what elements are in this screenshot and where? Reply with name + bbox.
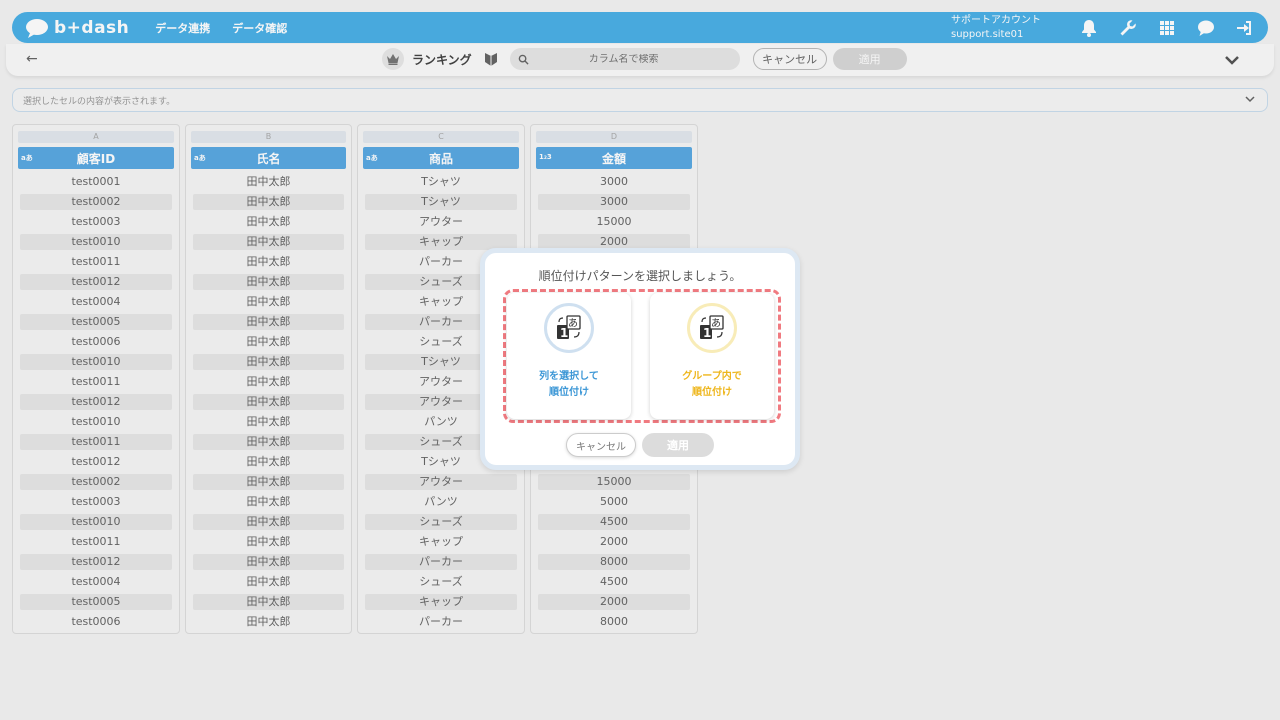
option2-label: グループ内で 順位付け: [650, 369, 774, 401]
svg-text:あ: あ: [711, 318, 721, 330]
option-rank-by-column[interactable]: 1 あ 列を選択して 順位付け: [507, 293, 631, 419]
modal-title: 順位付けパターンを選択しましょう。: [538, 269, 742, 283]
rank-sort-icon: 1 あ: [544, 303, 594, 353]
modal-cancel-button[interactable]: キャンセル: [566, 433, 636, 457]
group-rank-sort-icon: 1 あ: [687, 303, 737, 353]
option-rank-in-group[interactable]: 1 あ グループ内で 順位付け: [650, 293, 774, 419]
option1-line2: 順位付け: [549, 387, 589, 398]
modal-apply-button[interactable]: 適用: [642, 433, 714, 457]
app-root: b+dash データ連携 データ確認 サポートアカウント support.sit…: [0, 0, 1280, 720]
svg-text:あ: あ: [568, 318, 578, 330]
option2-line1: グループ内で: [682, 371, 742, 382]
option2-line2: 順位付け: [692, 387, 732, 398]
option1-label: 列を選択して 順位付け: [507, 369, 631, 401]
ranking-pattern-modal: 順位付けパターンを選択しましょう。 1 あ 列を選択して 順位付け 1 あ グル…: [480, 248, 800, 470]
modal-buttons: キャンセル 適用: [485, 433, 795, 457]
option1-line1: 列を選択して: [539, 371, 599, 382]
